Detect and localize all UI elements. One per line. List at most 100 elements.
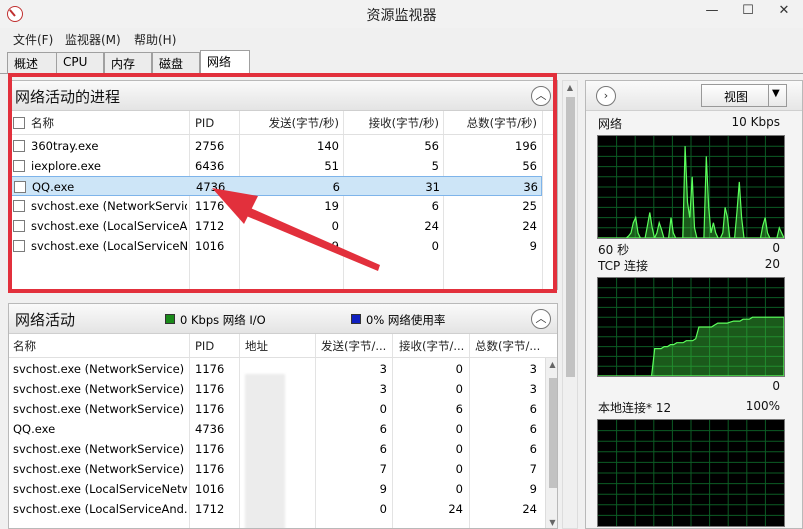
tab-memory[interactable]: 内存 bbox=[104, 52, 152, 74]
activity-pid: 1712 bbox=[195, 502, 225, 516]
activity-pid: 1176 bbox=[195, 442, 225, 456]
activity-row[interactable]: svchost.exe (NetworkService) 1176 7 0 7 bbox=[9, 459, 542, 479]
menu-file[interactable]: 文件(F) bbox=[13, 31, 53, 48]
activity-pid: 1176 bbox=[195, 402, 225, 416]
activity-row[interactable]: QQ.exe 4736 6 0 6 bbox=[9, 419, 542, 439]
scroll-up-arrow[interactable]: ▲ bbox=[546, 358, 557, 372]
tab-disk[interactable]: 磁盘 bbox=[152, 52, 200, 74]
process-checkbox[interactable] bbox=[13, 200, 25, 212]
process-row[interactable]: svchost.exe (NetworkService) 1176 19 6 25 bbox=[9, 196, 542, 216]
collapse-activity-button[interactable]: ︿ bbox=[531, 309, 551, 329]
activity-total: 24 bbox=[522, 502, 537, 516]
process-row[interactable]: 360tray.exe 2756 140 56 196 bbox=[9, 136, 542, 156]
activity-pid: 1176 bbox=[195, 362, 225, 376]
process-checkbox[interactable] bbox=[13, 160, 25, 172]
scroll-down-arrow[interactable]: ▼ bbox=[546, 516, 557, 528]
activity-name: QQ.exe bbox=[13, 422, 56, 436]
graphs-pane: › 视图 ▼ 网络 10 Kbps 60 秒 0 TCP 连接 20 0 本地连接* 12 10… bbox=[585, 80, 803, 529]
col-total[interactable]: 总数(字节/秒) bbox=[449, 111, 537, 135]
process-recv: 0 bbox=[431, 239, 439, 253]
activity-row[interactable]: svchost.exe (LocalServiceNetw... 1016 9 0 9 bbox=[9, 479, 542, 499]
network-activity-header[interactable]: 网络活动 0 Kbps 网络 I/O 0% 网络使用率 ︿ bbox=[9, 304, 557, 334]
activity-pid: 4736 bbox=[195, 422, 225, 436]
menu-monitor[interactable]: 监视器(M) bbox=[65, 31, 121, 48]
process-recv: 24 bbox=[424, 219, 439, 233]
col-recv[interactable]: 接收(字节/... bbox=[399, 334, 464, 358]
expand-pane-button[interactable]: › bbox=[596, 86, 616, 106]
process-total: 36 bbox=[523, 180, 538, 194]
graphs-header: › 视图 ▼ bbox=[586, 81, 802, 111]
graph-plot bbox=[597, 419, 785, 527]
process-total: 24 bbox=[522, 219, 537, 233]
process-pid: 1016 bbox=[195, 239, 225, 253]
activity-row[interactable]: svchost.exe (NetworkService) 1176 6 0 6 bbox=[9, 439, 542, 459]
process-pid: 6436 bbox=[195, 159, 225, 173]
activity-row[interactable]: svchost.exe (NetworkService) 1176 0 6 6 bbox=[9, 399, 542, 419]
process-row[interactable]: iexplore.exe 6436 51 5 56 bbox=[9, 156, 542, 176]
graph-plot bbox=[597, 135, 785, 239]
col-send[interactable]: 发送(字节/秒) bbox=[245, 111, 339, 135]
main-scroll-up[interactable]: ▲ bbox=[563, 81, 577, 95]
activity-scrollbar[interactable]: ▲ ▼ bbox=[545, 358, 557, 528]
close-button[interactable]: ✕ bbox=[769, 0, 799, 24]
tab-network[interactable]: 网络 bbox=[200, 50, 250, 75]
col-total[interactable]: 总数(字节/... bbox=[475, 334, 540, 358]
process-pid: 2756 bbox=[195, 139, 225, 153]
activity-total: 6 bbox=[529, 402, 537, 416]
activity-send: 7 bbox=[379, 462, 387, 476]
activity-name: svchost.exe (LocalServiceNetw... bbox=[13, 482, 187, 496]
activity-recv: 24 bbox=[448, 502, 463, 516]
activity-row[interactable]: svchost.exe (NetworkService) 1176 3 0 3 bbox=[9, 359, 542, 379]
col-name[interactable]: 名称 bbox=[13, 334, 36, 358]
graph-scale: 10 Kbps bbox=[731, 115, 780, 129]
tab-cpu[interactable]: CPU bbox=[56, 52, 104, 74]
activity-send: 6 bbox=[379, 422, 387, 436]
process-checkbox[interactable] bbox=[13, 220, 25, 232]
main-scrollbar[interactable]: ▲ bbox=[562, 80, 578, 529]
maximize-button[interactable]: ☐ bbox=[733, 0, 763, 24]
activity-recv: 0 bbox=[455, 362, 463, 376]
graph-time-label: 60 秒 bbox=[598, 243, 630, 257]
network-processes-table: 名称 PID 发送(字节/秒) 接收(字节/秒) 总数(字节/秒) 360tra… bbox=[9, 111, 557, 289]
process-recv: 5 bbox=[431, 159, 439, 173]
activity-total: 6 bbox=[529, 422, 537, 436]
activity-name: svchost.exe (NetworkService) bbox=[13, 462, 185, 476]
process-row[interactable]: svchost.exe (LocalServiceN... 1016 9 0 9 bbox=[9, 236, 542, 256]
activity-row[interactable]: svchost.exe (NetworkService) 1176 3 0 3 bbox=[9, 379, 542, 399]
network-processes-header[interactable]: 网络活动的进程 ︿ bbox=[9, 81, 557, 111]
col-pid[interactable]: PID bbox=[195, 111, 214, 135]
select-all-checkbox[interactable] bbox=[13, 117, 25, 129]
activity-send: 0 bbox=[379, 402, 387, 416]
network-activity-table: 名称 PID 地址 发送(字节/... 接收(字节/... 总数(字节/... … bbox=[9, 334, 557, 528]
col-send[interactable]: 发送(字节/... bbox=[321, 334, 386, 358]
activity-name: svchost.exe (NetworkService) bbox=[13, 362, 185, 376]
process-recv: 56 bbox=[424, 139, 439, 153]
chevron-down-icon: ▼ bbox=[772, 88, 780, 99]
collapse-processes-button[interactable]: ︿ bbox=[531, 86, 551, 106]
io-legend-label: 0 Kbps 网络 I/O bbox=[180, 313, 266, 327]
process-checkbox[interactable] bbox=[14, 181, 26, 193]
process-checkbox[interactable] bbox=[13, 140, 25, 152]
process-row[interactable]: QQ.exe 4736 6 31 36 bbox=[9, 176, 542, 196]
process-checkbox[interactable] bbox=[13, 240, 25, 252]
col-pid[interactable]: PID bbox=[195, 334, 214, 358]
tab-overview[interactable]: 概述 bbox=[7, 52, 57, 74]
usage-legend-label: 0% 网络使用率 bbox=[366, 313, 446, 327]
col-address[interactable]: 地址 bbox=[245, 334, 268, 358]
process-pid: 1712 bbox=[195, 219, 225, 233]
minimize-button[interactable]: — bbox=[697, 0, 727, 24]
activity-scroll-thumb[interactable] bbox=[549, 378, 557, 488]
process-row[interactable]: svchost.exe (LocalServiceA... 1712 0 24 24 bbox=[9, 216, 542, 236]
process-send: 6 bbox=[332, 180, 340, 194]
activity-total: 9 bbox=[529, 482, 537, 496]
process-name: svchost.exe (LocalServiceN... bbox=[31, 239, 187, 253]
col-name[interactable]: 名称 bbox=[31, 111, 54, 135]
menu-help[interactable]: 帮助(H) bbox=[134, 31, 176, 48]
main-scroll-thumb[interactable] bbox=[566, 97, 575, 377]
view-dropdown[interactable]: 视图 ▼ bbox=[701, 84, 787, 107]
activity-row[interactable]: svchost.exe (LocalServiceAnd... 1712 0 24 24 bbox=[9, 499, 542, 519]
process-name: svchost.exe (NetworkService) bbox=[31, 199, 187, 213]
process-send: 9 bbox=[331, 239, 339, 253]
col-recv[interactable]: 接收(字节/秒) bbox=[349, 111, 439, 135]
tab-bar: 概述 CPU 内存 磁盘 网络 bbox=[0, 50, 803, 75]
